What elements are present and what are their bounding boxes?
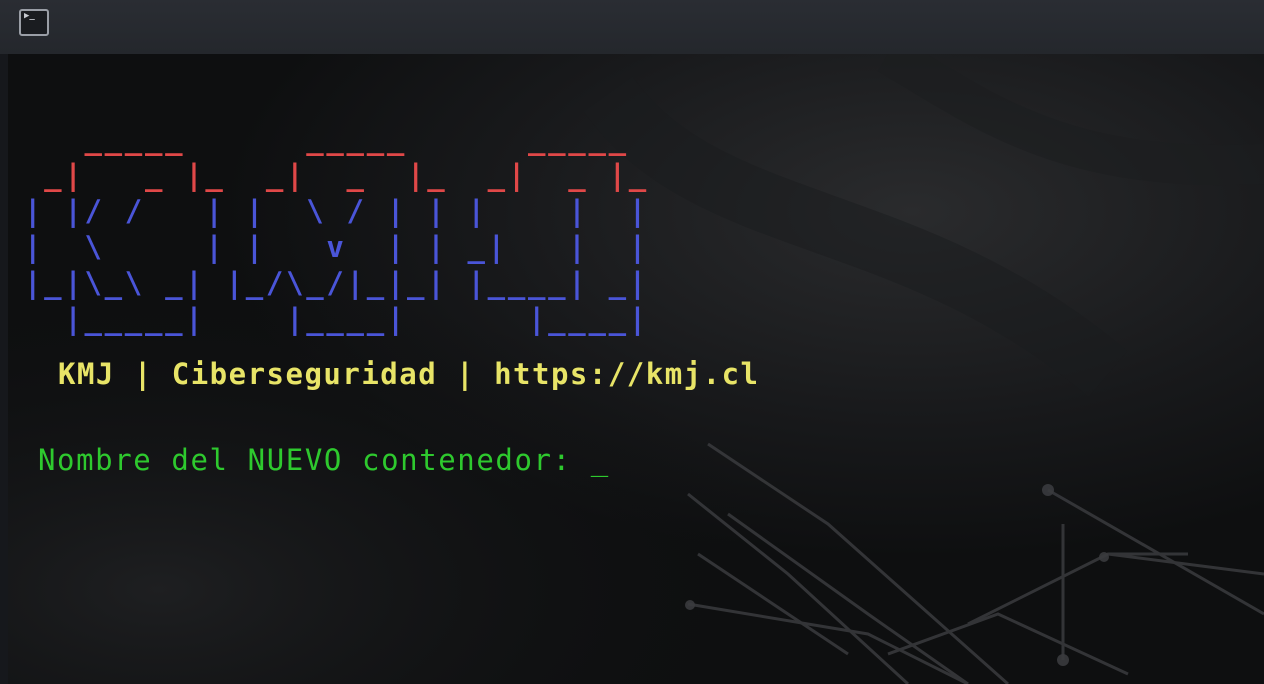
banner-line-2: _| _ |_ _| _ |_ _| _ |_ [24,158,649,192]
text-cursor: _ [590,443,610,477]
banner-line-1: _____ _____ _____ [24,122,670,156]
container-name-prompt[interactable]: Nombre del NUEVO contenedor: _ [38,443,610,477]
ascii-banner: _____ _____ _____ _| _ |_ _| _ |_ _| _ |… [24,121,669,337]
prompt-label: Nombre del NUEVO contenedor: [38,443,591,477]
banner-line-3: | |/ / | | \ / | | | | | [24,194,649,228]
terminal-window: ▶_ _____ _____ _____ _| _ |_ _| _ |_ _| … [0,0,1264,684]
terminal-icon[interactable]: ▶_ [19,9,49,36]
banner-line-4: | \ | | v | | _| | | [24,230,649,264]
terminal-pane[interactable]: _____ _____ _____ _| _ |_ _| _ |_ _| _ |… [8,54,1264,684]
terminal-prompt-glyph: ▶_ [24,11,35,21]
banner-line-5: |_|\_\ _| |_/\_/|_|_| |____| _| [24,266,649,300]
banner-line-6: |_____| |____| |____| [24,302,649,336]
tagline: KMJ | Ciberseguridad | https://kmj.cl [58,357,760,391]
title-bar: ▶_ [0,0,1264,54]
